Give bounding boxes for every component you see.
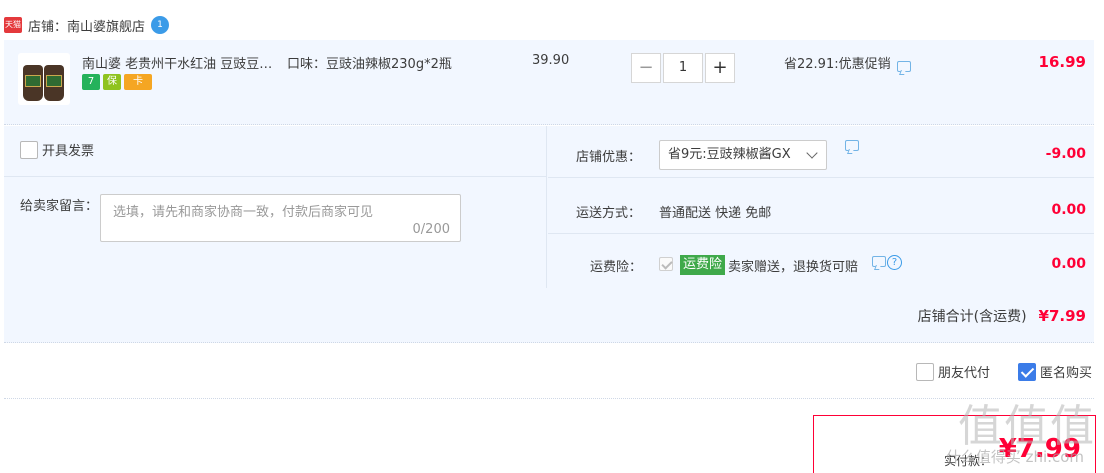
shop-name[interactable]: 店铺：南山婆旗舰店 (28, 16, 145, 35)
watermark: 值值值 (958, 401, 1096, 452)
order-options-panel: 开具发票 给卖家留言： 选填，请先和商家协商一致，付款后商家可见 0/200 店… (4, 126, 1094, 343)
message-icon[interactable] (872, 256, 886, 267)
message-icon[interactable] (845, 140, 859, 151)
order-right-panel: 店铺优惠： 省9元:豆豉辣椒酱GX -9.00 运送方式： 普通配送 快递 免邮… (548, 126, 1094, 288)
shop-total-label: 店铺合计(含运费) (917, 309, 1027, 325)
quantity-input[interactable]: 1 (663, 53, 703, 83)
jar-image (23, 65, 43, 101)
message-textarea[interactable]: 选填，请先和商家协商一致，付款后商家可见 0/200 (100, 194, 461, 242)
friend-pay-option[interactable]: 朋友代付 (915, 362, 990, 381)
quantity-stepper: − 1 + (631, 53, 735, 83)
message-label: 给卖家留言： (20, 199, 99, 214)
order-extra-options: 朋友代付 匿名购买 (888, 362, 1092, 381)
shop-header: 天猫 店铺：南山婆旗舰店 1 (4, 12, 170, 38)
invoice-option[interactable]: 开具发票 (20, 140, 94, 159)
increase-button[interactable]: + (705, 53, 735, 83)
divider (4, 398, 1094, 399)
chevron-down-icon (806, 147, 818, 159)
discount-row: 店铺优惠： 省9元:豆豉辣椒酱GX -9.00 (548, 126, 1094, 178)
seven-day-return-icon[interactable]: 7 (82, 74, 100, 90)
shop-total-value: ¥7.99 (1038, 307, 1086, 325)
insurance-row: 运费险： 运费险 卖家赠送，退换货可赔 ? 0.00 (548, 236, 1094, 288)
anonymous-checkbox[interactable] (1017, 362, 1036, 381)
invoice-checkbox[interactable] (20, 140, 38, 159)
divider (4, 176, 547, 177)
watermark-text: 什么值得买 zhi.com (945, 448, 1084, 466)
discount-label: 店铺优惠： (576, 150, 642, 165)
shipping-label: 运送方式： (576, 206, 642, 221)
jar-image (44, 65, 64, 101)
friend-pay-checkbox[interactable] (915, 362, 934, 381)
guarantee-icon[interactable]: 保 (103, 74, 121, 90)
chat-icon[interactable]: 1 (151, 16, 170, 34)
decrease-button[interactable]: − (631, 53, 661, 83)
product-image[interactable] (18, 53, 70, 105)
service-icons: 7 保 卡 (82, 74, 152, 90)
promotion: 省22.91:优惠促销 (784, 53, 911, 72)
order-item-row: 南山婆 老贵州干水红油 豆豉豆… 7 保 卡 口味：豆豉油辣椒230g*2瓶 3… (4, 40, 1094, 125)
credit-card-icon[interactable]: 卡 (124, 74, 152, 90)
product-sku: 口味：豆豉油辣椒230g*2瓶 (287, 57, 452, 72)
insurance-label: 运费险： (590, 260, 643, 275)
shipping-row: 运送方式： 普通配送 快递 免邮 0.00 (548, 182, 1094, 234)
insurance-tag: 运费险 (680, 255, 726, 275)
help-icon[interactable]: ? (887, 255, 902, 270)
message-placeholder: 选填，请先和商家协商一致，付款后商家可见 (113, 205, 374, 220)
message-counter: 0/200 (412, 222, 450, 237)
friend-pay-label: 朋友代付 (937, 366, 990, 381)
order-left-panel: 开具发票 给卖家留言： 选填，请先和商家协商一致，付款后商家可见 0/200 (4, 126, 547, 288)
insurance-text: 卖家赠送，退换货可赔 (728, 260, 859, 275)
line-total: 16.99 (1038, 53, 1086, 71)
coupon-selected: 省9元:豆豉辣椒酱GX (668, 147, 791, 162)
promotion-text: 省22.91:优惠促销 (784, 57, 891, 72)
shop-total: 店铺合计(含运费) ¥7.99 (918, 306, 1086, 326)
tmall-logo-icon: 天猫 (4, 17, 22, 33)
shipping-value: 0.00 (1051, 202, 1086, 218)
shipping-method: 普通配送 快递 免邮 (659, 206, 772, 221)
coupon-select[interactable]: 省9元:豆豉辣椒酱GX (659, 140, 827, 170)
discount-value: -9.00 (1045, 146, 1086, 162)
product-title[interactable]: 南山婆 老贵州干水红油 豆豉豆… (82, 53, 282, 72)
anonymous-label: 匿名购买 (1039, 366, 1092, 381)
message-icon[interactable] (896, 61, 911, 72)
insurance-value: 0.00 (1051, 256, 1086, 272)
insurance-checkbox (659, 257, 673, 271)
anonymous-option[interactable]: 匿名购买 (1017, 362, 1092, 381)
invoice-label: 开具发票 (42, 144, 95, 159)
unit-price: 39.90 (532, 53, 570, 68)
